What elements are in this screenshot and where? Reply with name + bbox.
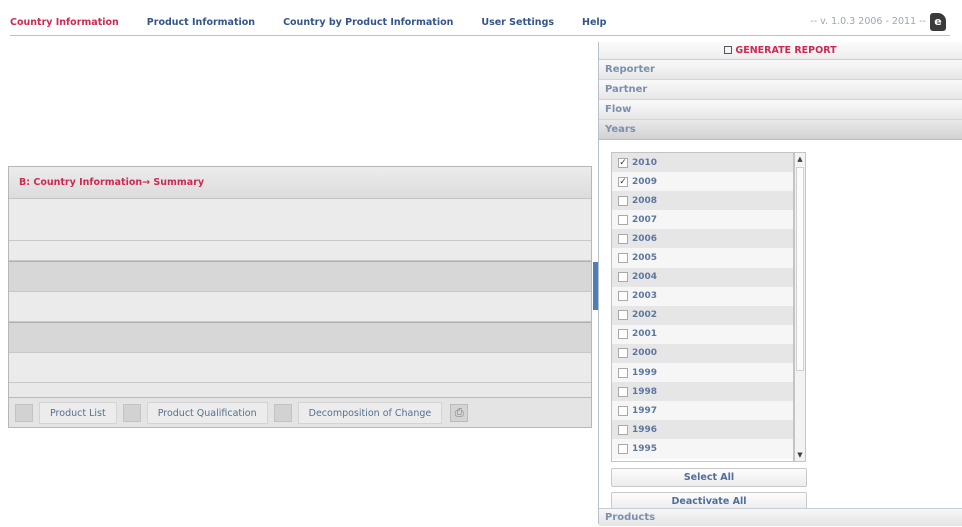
year-checkbox[interactable] — [618, 272, 628, 283]
year-checkbox[interactable] — [618, 405, 628, 416]
year-label: 1998 — [632, 386, 658, 397]
year-checkbox[interactable] — [618, 367, 628, 378]
year-checkbox[interactable] — [618, 386, 628, 397]
year-checkbox[interactable] — [618, 348, 628, 359]
year-label: 2006 — [632, 233, 658, 244]
year-label: 2009 — [632, 176, 658, 187]
scroll-down-icon[interactable]: ▼ — [795, 449, 805, 461]
year-label: 1999 — [632, 367, 658, 378]
generate-report-button[interactable]: GENERATE REPORT — [599, 42, 962, 60]
year-option[interactable]: 2006 — [612, 229, 793, 249]
summary-row — [9, 199, 591, 241]
print-icon[interactable]: ⎙ — [450, 403, 469, 422]
year-label: 1996 — [632, 424, 658, 435]
top-navigation: Country Information Product Information … — [10, 10, 950, 36]
year-option[interactable]: 1999 — [612, 363, 793, 383]
year-option[interactable]: 2001 — [612, 324, 793, 344]
decomposition-of-change-button[interactable]: Decomposition of Change — [297, 401, 443, 424]
year-checkbox[interactable] — [618, 291, 628, 302]
toolbar-separator — [122, 403, 141, 422]
toolbar-separator — [273, 403, 292, 422]
year-label: 2001 — [632, 329, 658, 340]
scroll-up-icon[interactable]: ▲ — [795, 153, 805, 165]
summary-row — [9, 322, 591, 353]
year-option[interactable]: 1998 — [612, 382, 793, 402]
section-reporter[interactable]: Reporter — [599, 60, 962, 80]
scroll-thumb[interactable] — [796, 167, 804, 371]
section-flow[interactable]: Flow — [599, 100, 962, 120]
year-label: 2004 — [632, 272, 658, 283]
year-option[interactable]: 2005 — [612, 248, 793, 268]
nav-country-information[interactable]: Country Information — [10, 17, 119, 28]
year-label: 1995 — [632, 443, 658, 454]
nav-help[interactable]: Help — [582, 17, 606, 28]
year-checkbox-checked[interactable]: ✓ — [618, 176, 628, 187]
report-settings-panel: GENERATE REPORT Reporter Partner Flow Ye… — [598, 42, 962, 526]
year-option[interactable]: 1996 — [612, 420, 793, 440]
year-option[interactable]: 2002 — [612, 305, 793, 325]
year-option[interactable]: 2004 — [612, 267, 793, 287]
years-selector: ✓ 2010 ✓ 2009 2008 2007 2006 2005 2004 2003 2002 20… — [611, 152, 807, 511]
year-option[interactable]: 1995 — [612, 439, 793, 459]
app-logo-icon: e — [930, 13, 946, 31]
toolbar-separator — [15, 403, 33, 422]
version-label: -- v. 1.0.3 2006 - 2011 -- — [810, 16, 926, 27]
nav-product-information[interactable]: Product Information — [147, 17, 255, 28]
year-label: 2008 — [632, 195, 658, 206]
year-checkbox[interactable] — [618, 195, 628, 206]
section-partner[interactable]: Partner — [599, 80, 962, 100]
year-checkbox[interactable] — [618, 424, 628, 435]
product-toolbar: Product List Product Qualification Decom… — [9, 397, 591, 427]
years-scrollbar[interactable]: ▲ ▼ — [794, 152, 806, 462]
year-option[interactable]: 2003 — [612, 286, 793, 306]
year-option[interactable]: 2007 — [612, 210, 793, 230]
summary-row — [9, 261, 591, 292]
generate-report-label: GENERATE REPORT — [735, 45, 837, 56]
year-checkbox[interactable] — [618, 310, 628, 321]
year-option[interactable]: 1997 — [612, 401, 793, 421]
year-checkbox-checked[interactable]: ✓ — [618, 157, 628, 168]
nav-country-by-product-information[interactable]: Country by Product Information — [283, 17, 453, 28]
year-label: 2005 — [632, 253, 658, 264]
year-label: 1997 — [632, 405, 658, 416]
summary-row — [9, 241, 591, 261]
year-checkbox[interactable] — [618, 329, 628, 340]
year-checkbox[interactable] — [618, 233, 628, 244]
product-list-button[interactable]: Product List — [39, 401, 117, 424]
year-option[interactable]: ✓ 2009 — [612, 172, 793, 192]
year-option[interactable]: 2000 — [612, 343, 793, 364]
summary-row — [9, 353, 591, 383]
report-icon — [724, 46, 733, 54]
summary-panel: B: Country Information→ Summary Product … — [8, 166, 592, 428]
year-label: 2003 — [632, 291, 658, 302]
section-years[interactable]: Years — [599, 120, 962, 140]
year-checkbox[interactable] — [618, 253, 628, 264]
year-option[interactable]: 2008 — [612, 191, 793, 211]
nav-user-settings[interactable]: User Settings — [481, 17, 554, 28]
year-option[interactable]: ✓ 2010 — [612, 153, 793, 173]
product-qualification-button[interactable]: Product Qualification — [146, 401, 268, 424]
year-label: 2007 — [632, 214, 658, 225]
years-list: ✓ 2010 ✓ 2009 2008 2007 2006 2005 2004 2003 2002 20… — [611, 152, 794, 462]
year-label: 2010 — [632, 157, 658, 168]
year-checkbox[interactable] — [618, 214, 628, 225]
summary-row — [9, 292, 591, 322]
section-products[interactable]: Products — [599, 508, 962, 526]
panel-title: B: Country Information→ Summary — [9, 167, 591, 199]
select-all-button[interactable]: Select All — [611, 468, 807, 487]
year-label: 2000 — [632, 348, 658, 359]
year-label: 2002 — [632, 310, 658, 321]
year-checkbox[interactable] — [618, 443, 628, 454]
